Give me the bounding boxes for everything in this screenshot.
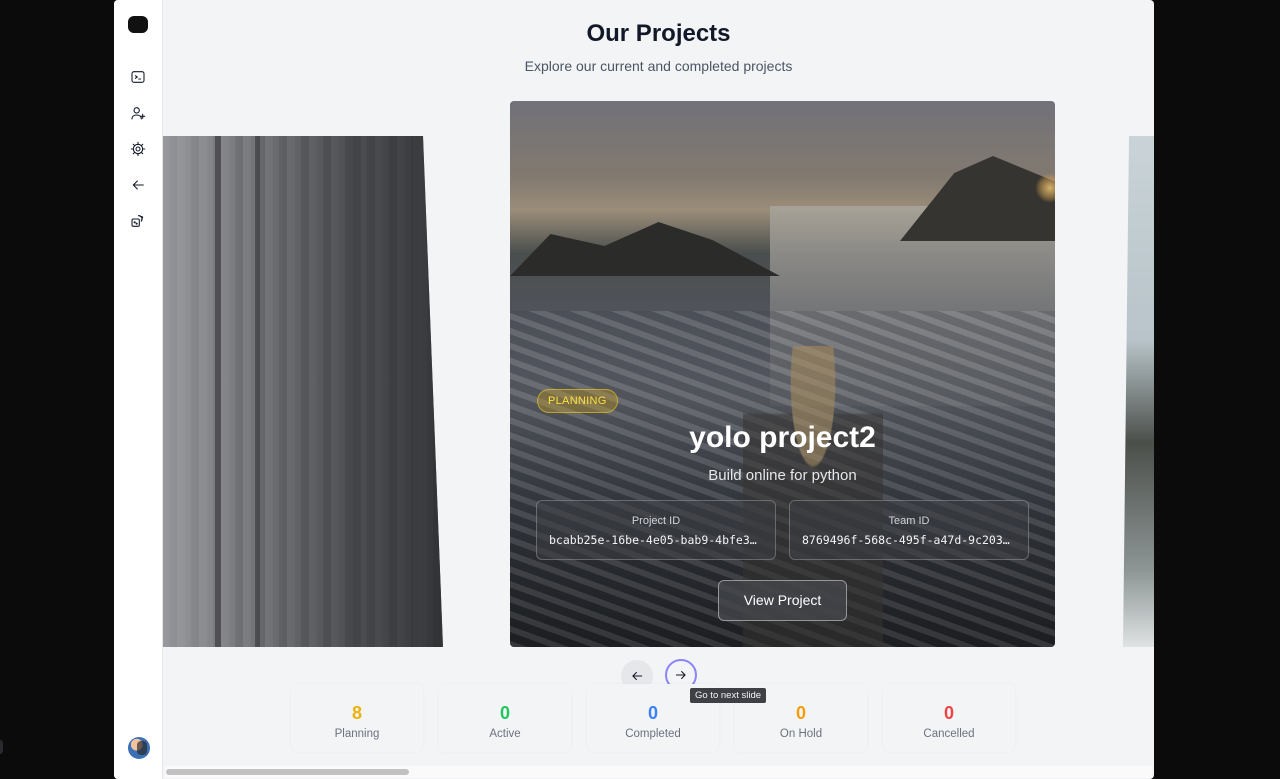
sidebar (114, 0, 163, 779)
project-title: yolo project2 (689, 421, 876, 454)
status-badge: PLANNING (537, 389, 618, 413)
logo[interactable] (128, 16, 148, 33)
stat-label: Active (489, 728, 521, 740)
user-avatar[interactable] (128, 737, 150, 759)
scrollbar-thumb[interactable] (166, 769, 409, 775)
project-id-label: Project ID (631, 515, 681, 527)
view-project-button[interactable]: View Project (718, 580, 847, 621)
arrow-right-icon (675, 670, 686, 680)
stat-cancelled: 0 Cancelled (883, 684, 1015, 752)
stat-label: On Hold (779, 728, 823, 740)
arrow-left-icon (632, 671, 643, 681)
project-id-value: bcabb25e-16be-4e05-bab9-4bfe38… (549, 533, 764, 547)
stat-planning: 8 Planning (291, 684, 423, 752)
project-description: Build online for python (708, 467, 857, 484)
terminal-icon[interactable] (126, 65, 150, 89)
main-content: Our Projects Explore our current and com… (163, 0, 1154, 779)
horizontal-scrollbar[interactable] (165, 766, 1152, 778)
team-id-value: 8769496f-568c-495f-a47d-9c2037… (802, 533, 1017, 547)
stat-label: Cancelled (923, 728, 975, 740)
stat-active: 0 Active (439, 684, 571, 752)
arrow-left-icon[interactable] (126, 173, 150, 197)
team-id-label: Team ID (888, 515, 930, 527)
stat-value: 0 (795, 703, 806, 723)
user-plus-icon[interactable] (126, 101, 150, 125)
dice-icon[interactable] (126, 209, 150, 233)
stat-label: Completed (625, 728, 681, 740)
project-card: PLANNING yolo project2 Build online for … (510, 101, 1055, 647)
team-id-box: Team ID 8769496f-568c-495f-a47d-9c2037… (789, 500, 1029, 560)
gear-icon[interactable] (126, 137, 150, 161)
stats-row: 8 Planning 0 Active 0 Completed 0 On Hol… (291, 684, 1025, 756)
next-slide-image[interactable] (1123, 136, 1154, 647)
app-window: Our Projects Explore our current and com… (114, 0, 1154, 779)
stat-value: 0 (647, 703, 658, 723)
next-slide-tooltip: Go to next slide (690, 688, 767, 703)
page-title: Our Projects (586, 20, 731, 47)
window-edge (0, 740, 3, 754)
previous-slide-image[interactable] (163, 136, 443, 647)
stat-value: 8 (351, 703, 362, 723)
project-id-box: Project ID bcabb25e-16be-4e05-bab9-4bfe3… (536, 500, 776, 560)
stat-label: Planning (334, 728, 380, 740)
stat-value: 0 (499, 703, 510, 723)
page-subtitle: Explore our current and completed projec… (524, 58, 793, 74)
stat-value: 0 (943, 703, 954, 723)
